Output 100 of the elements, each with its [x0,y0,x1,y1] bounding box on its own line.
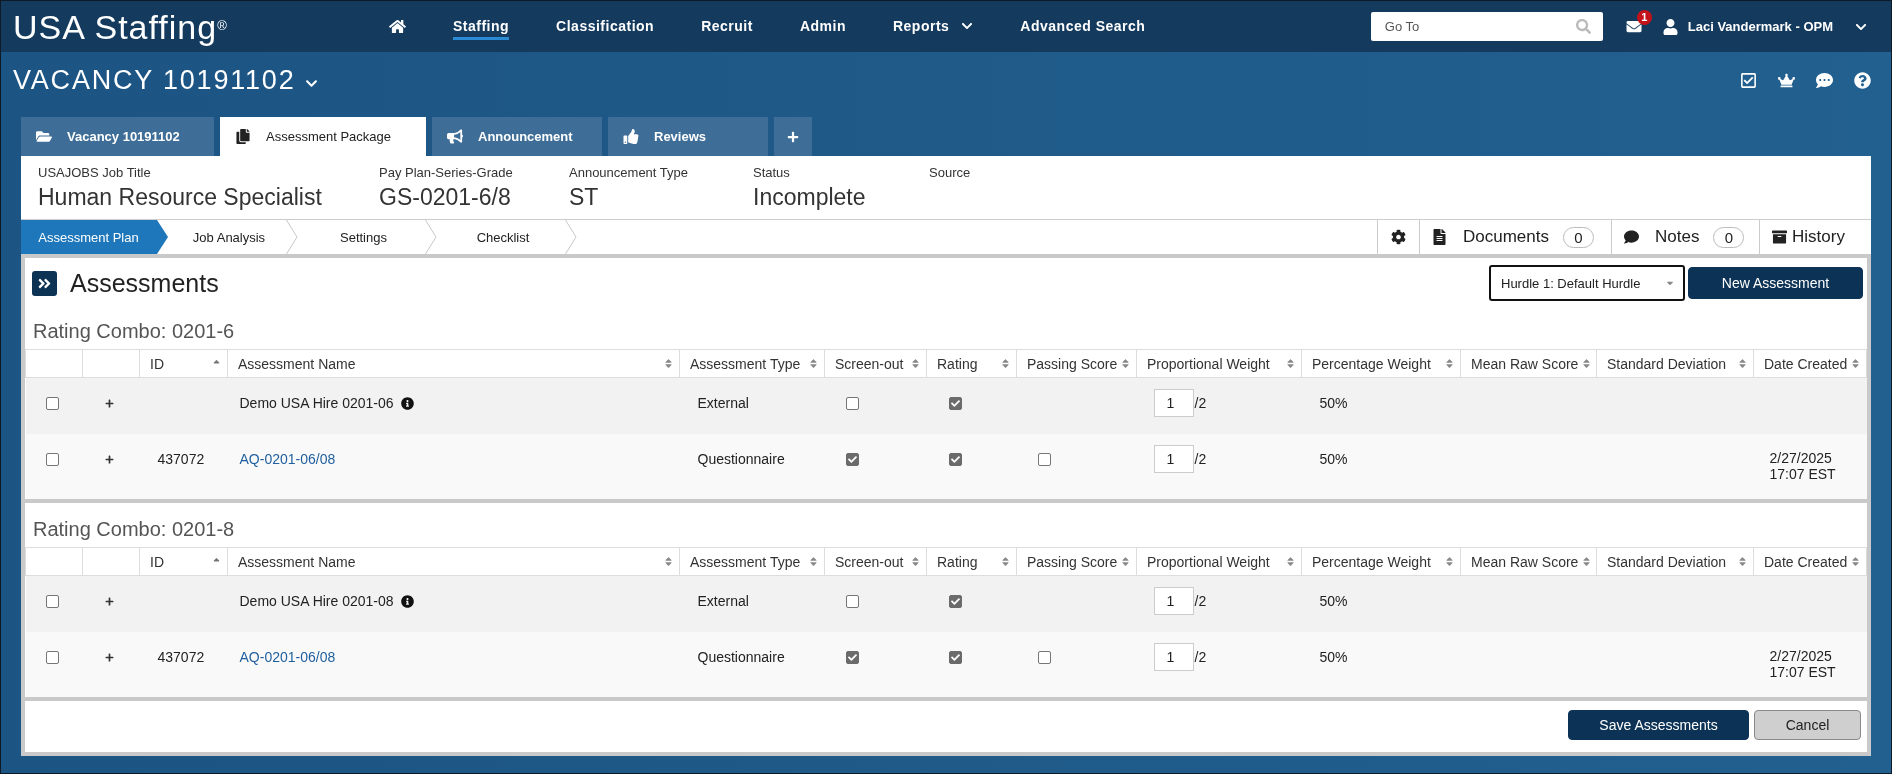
checkbox[interactable] [45,650,59,664]
checkbox[interactable] [45,594,59,608]
checkbox[interactable] [45,396,59,410]
checkbox[interactable] [845,396,859,410]
mail-icon[interactable] [1624,19,1643,34]
settings-icon [1391,229,1406,245]
thumbs-up-icon [623,129,639,144]
column-header[interactable]: Screen-out [824,349,927,378]
user-icon [1662,18,1678,35]
plus-icon [787,130,799,143]
step-tab[interactable]: Job Analysis [168,220,298,254]
checkbox[interactable] [845,452,859,466]
nav-link[interactable]: Staffing [453,13,510,40]
chevron-down-icon[interactable] [305,77,319,90]
column-header[interactable]: Assessment Name [227,547,680,576]
weight-input[interactable]: 1 [1153,389,1194,417]
percentage-weight: 50% [1319,593,1348,609]
column-header[interactable]: Rating [926,349,1017,378]
column-header[interactable]: Percentage Weight [1301,349,1461,378]
weight-input[interactable]: 1 [1153,587,1194,615]
assessment-id: 437072 [157,649,205,665]
column-header[interactable]: Rating [926,547,1017,576]
assessment-name: Demo USA Hire 0201-06 [239,395,394,411]
nav-link[interactable]: Recruit [701,13,753,40]
plus-icon[interactable] [104,652,114,662]
column-header[interactable]: Proportional Weight [1136,547,1302,576]
column-header[interactable]: Assessment Type [679,547,825,576]
date-created: 2/27/2025 17:07 EST [1769,450,1837,482]
weight-total: /2 [1194,395,1207,411]
info-icon[interactable] [400,594,414,608]
crown-icon[interactable] [1778,72,1795,89]
checked-box-icon[interactable] [1740,72,1757,89]
weight-input[interactable]: 1 [1153,643,1194,671]
field-value: ST [569,183,599,211]
column-header[interactable]: Date Created [1753,547,1867,576]
search-field[interactable]: Go To [1370,12,1603,41]
field-value: Human Resource Specialist [38,183,322,211]
double-chevron-icon[interactable] [32,270,57,296]
hurdle-select[interactable]: Hurdle 1: Default Hurdle [1489,265,1685,301]
logo[interactable]: USA Staffing$^{®}$ [13,7,228,46]
column-header[interactable]: Assessment Name [227,349,680,378]
info-icon[interactable] [400,396,414,410]
home-icon[interactable] [389,19,406,34]
percentage-weight: 50% [1319,395,1348,411]
field-value: GS-0201-6/8 [379,183,511,211]
column-header[interactable]: Standard Deviation [1596,547,1754,576]
column-header[interactable]: Passing Score [1016,349,1137,378]
plus-icon[interactable] [104,596,114,606]
checkbox[interactable] [948,452,962,466]
step-tab[interactable]: Settings [298,220,437,254]
column-header[interactable]: Assessment Type [679,349,825,378]
tab[interactable]: Announcement [432,117,602,156]
column-header[interactable]: ID [139,547,228,576]
tab[interactable]: Assessment Package [220,117,426,156]
help-icon[interactable] [1854,72,1871,89]
column-header[interactable]: ID [139,349,228,378]
checkbox[interactable] [45,452,59,466]
weight-total: /2 [1194,593,1207,609]
checkbox[interactable] [1037,650,1051,664]
column-header[interactable]: Mean Raw Score [1460,547,1597,576]
column-header[interactable]: Screen-out [824,547,927,576]
assessment-name: Demo USA Hire 0201-08 [239,593,394,609]
assessment-link[interactable]: AQ-0201-06/08 [239,649,336,665]
weight-input[interactable]: 1 [1153,445,1194,473]
checkbox[interactable] [948,396,962,410]
plus-icon[interactable] [104,454,114,464]
column-header[interactable]: Mean Raw Score [1460,349,1597,378]
column-header[interactable]: Passing Score [1016,547,1137,576]
column-header[interactable]: Standard Deviation [1596,349,1754,378]
checkbox[interactable] [845,650,859,664]
nav-link[interactable]: Admin [799,13,846,40]
step-tab[interactable]: Checklist [437,220,577,254]
user-menu[interactable]: Laci Vandermark - OPM [1662,18,1867,35]
save-button[interactable]: Save Assessments [1568,710,1749,740]
assessment-type: External [697,593,749,609]
speech-bubble-icon [1624,229,1639,245]
checkbox[interactable] [845,594,859,608]
checkbox[interactable] [1037,452,1051,466]
cancel-button[interactable]: Cancel [1754,710,1861,740]
column-header[interactable]: Percentage Weight [1301,547,1461,576]
checkbox[interactable] [948,650,962,664]
assessment-link[interactable]: AQ-0201-06/08 [239,451,336,467]
column-header[interactable]: Date Created [1753,349,1867,378]
column-header[interactable]: Proportional Weight [1136,349,1302,378]
new-assessment-button[interactable]: New Assessment [1688,267,1863,299]
percentage-weight: 50% [1319,649,1348,665]
nav-link[interactable]: Reports [892,13,974,40]
plus-icon[interactable] [104,398,114,408]
tab[interactable]: Vacancy 10191102 [21,117,214,156]
assessment-type: Questionnaire [697,649,785,665]
chat-icon[interactable] [1816,72,1833,89]
nav-link[interactable]: Classification [556,13,655,40]
step-tab[interactable]: Assessment Plan [21,220,168,254]
assessment-type: External [697,395,749,411]
tab[interactable]: Reviews [608,117,768,156]
weight-total: /2 [1194,451,1207,467]
add-tab-button[interactable] [774,117,812,156]
checkbox[interactable] [948,594,962,608]
nav-link[interactable]: Advanced Search [1020,13,1146,40]
field-label: Announcement Type [569,165,688,181]
